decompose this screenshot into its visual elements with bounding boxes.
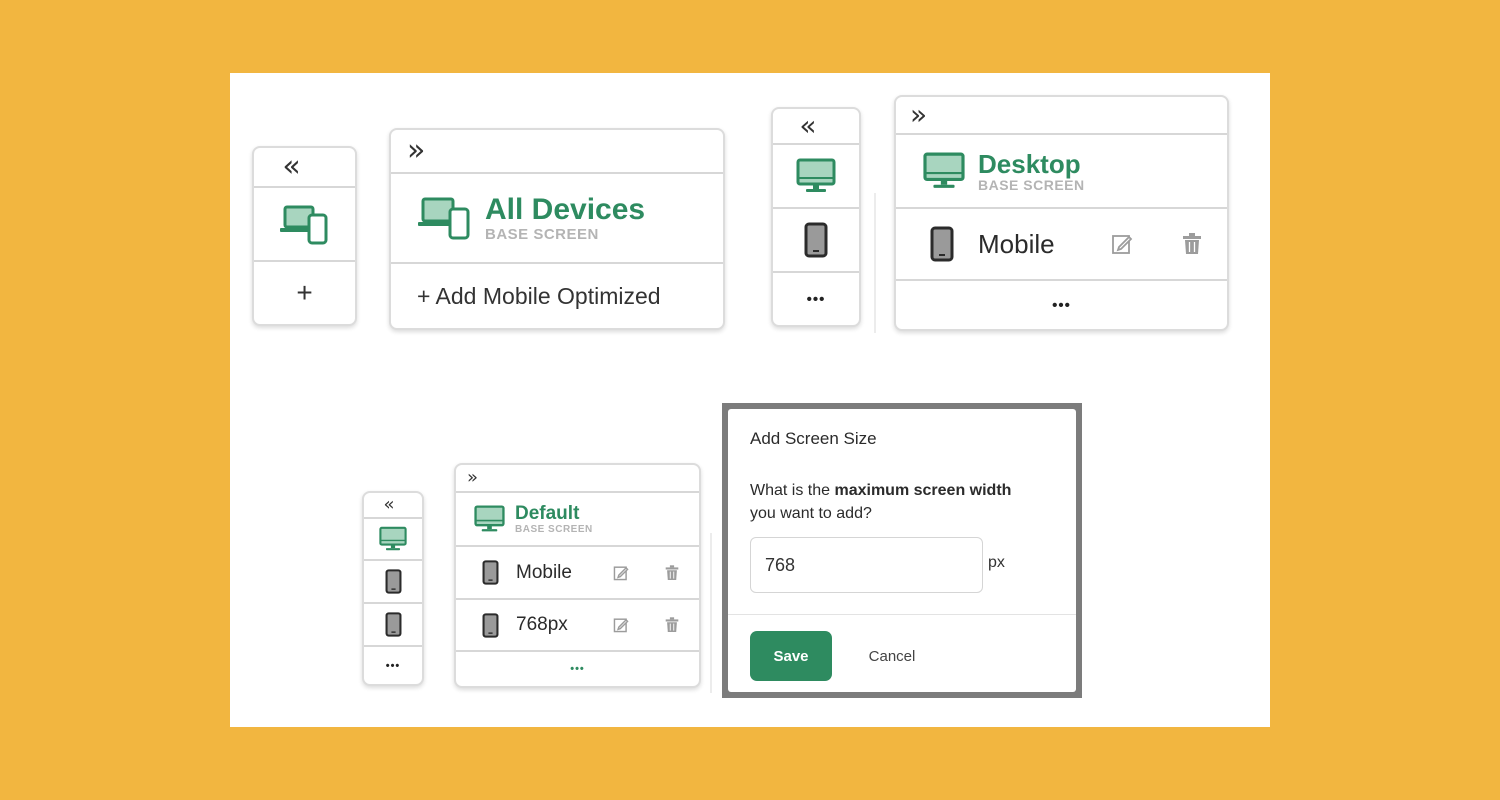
base-screen-row[interactable]: All Devices BASE SCREEN — [391, 172, 723, 262]
expand-toggle[interactable]: » — [391, 130, 723, 172]
mobile-icon — [385, 612, 401, 637]
divider — [874, 193, 876, 333]
screen-row-mobile[interactable]: Mobile — [456, 545, 699, 598]
mobile-icon — [804, 222, 828, 258]
desktop-icon — [379, 526, 407, 551]
expand-chevron-icon: » — [467, 467, 478, 488]
question-bold: maximum screen width — [834, 482, 1012, 499]
mobile-icon — [930, 226, 954, 262]
desktop-screen-button[interactable] — [364, 517, 422, 559]
base-screen-icon-button[interactable] — [254, 186, 355, 260]
devices-icon — [418, 197, 470, 240]
more-icon: ••• — [385, 659, 401, 672]
collapse-chevron-icon: « — [282, 149, 300, 184]
trash-icon[interactable] — [663, 564, 681, 581]
dialog-backdrop: Add Screen Size What is the maximum scre… — [722, 403, 1082, 698]
collapse-toggle[interactable]: « — [773, 109, 859, 143]
collapse-chevron-icon: « — [383, 494, 394, 515]
mobile-icon — [385, 569, 401, 594]
trash-icon[interactable] — [663, 617, 681, 633]
devices-icon — [279, 205, 327, 245]
dialog-footer-divider — [728, 614, 1076, 615]
desktop-icon — [474, 505, 505, 532]
question-suffix: you want to add? — [750, 505, 872, 522]
mobile-screen-button-768[interactable] — [364, 602, 422, 645]
dialog-question: What is the maximum screen width you wan… — [750, 479, 1040, 525]
expand-chevron-icon: » — [407, 133, 425, 168]
collapse-toggle[interactable]: « — [364, 493, 422, 517]
mobile-icon — [482, 560, 499, 585]
base-screen-title: Desktop — [978, 148, 1081, 179]
cancel-button[interactable]: Cancel — [862, 631, 922, 681]
more-icon: ••• — [1052, 296, 1071, 314]
add-mobile-optimized-button[interactable]: + Add Mobile Optimized — [391, 262, 723, 328]
mobile-screen-button[interactable] — [364, 559, 422, 602]
expanded-screen-panel-all-devices: » All Devices BASE SCREEN + Add Mobile O… — [389, 128, 725, 330]
more-options-button[interactable]: ••• — [896, 279, 1227, 329]
pencil-icon[interactable] — [612, 565, 630, 581]
pencil-icon[interactable] — [612, 617, 630, 633]
max-width-input[interactable]: 768 — [750, 537, 983, 593]
expanded-screen-panel-default: » Default BASE SCREEN Mobile 768px ••• — [454, 463, 701, 688]
pencil-icon[interactable] — [1110, 233, 1134, 255]
unit-label: px — [988, 554, 1005, 571]
add-mobile-optimized-label: + Add Mobile Optimized — [417, 282, 661, 309]
max-width-input-value: 768 — [765, 555, 796, 575]
expand-chevron-icon: » — [910, 98, 927, 131]
screen-label: Mobile — [516, 561, 572, 583]
collapsed-screen-panel-default: « ••• — [362, 491, 424, 686]
expand-toggle[interactable]: » — [896, 97, 1227, 133]
base-screen-title: All Devices — [485, 192, 646, 226]
base-screen-title: Default — [515, 502, 580, 524]
base-screen-subtitle: BASE SCREEN — [978, 176, 1085, 193]
base-screen-subtitle: BASE SCREEN — [515, 523, 593, 535]
question-prefix: What is the — [750, 482, 835, 499]
collapsed-screen-panel-all-devices: « + — [252, 146, 357, 326]
screen-label: Mobile — [978, 228, 1055, 259]
base-screen-subtitle: BASE SCREEN — [485, 225, 599, 243]
desktop-icon — [796, 158, 836, 192]
collapsed-screen-panel-desktop: « ••• — [771, 107, 861, 327]
more-options-button[interactable]: ••• — [364, 645, 422, 684]
collapse-toggle[interactable]: « — [254, 148, 355, 186]
add-screen-button[interactable]: + — [254, 260, 355, 324]
add-screen-size-dialog: Add Screen Size What is the maximum scre… — [728, 409, 1076, 692]
base-screen-row[interactable]: Desktop BASE SCREEN — [896, 133, 1227, 207]
trash-icon[interactable] — [1180, 233, 1204, 255]
screen-row-768px[interactable]: 768px — [456, 598, 699, 650]
add-icon: + — [296, 277, 313, 308]
mobile-screen-button[interactable] — [773, 207, 859, 271]
desktop-screen-button[interactable] — [773, 143, 859, 207]
expanded-screen-panel-desktop: » Desktop BASE SCREEN Mobile ••• — [894, 95, 1229, 331]
save-button[interactable]: Save — [750, 631, 832, 681]
screen-row-mobile[interactable]: Mobile — [896, 207, 1227, 279]
more-options-button[interactable]: ••• — [456, 650, 699, 686]
desktop-icon — [923, 152, 965, 188]
base-screen-row[interactable]: Default BASE SCREEN — [456, 491, 699, 545]
more-icon: ••• — [806, 290, 826, 308]
collapse-chevron-icon: « — [799, 109, 816, 142]
expand-toggle[interactable]: » — [456, 465, 699, 491]
dialog-title: Add Screen Size — [750, 429, 877, 448]
divider — [710, 533, 712, 693]
more-options-button[interactable]: ••• — [773, 271, 859, 325]
screen-label: 768px — [516, 614, 568, 635]
more-icon: ••• — [570, 663, 585, 675]
mobile-icon — [482, 612, 499, 638]
